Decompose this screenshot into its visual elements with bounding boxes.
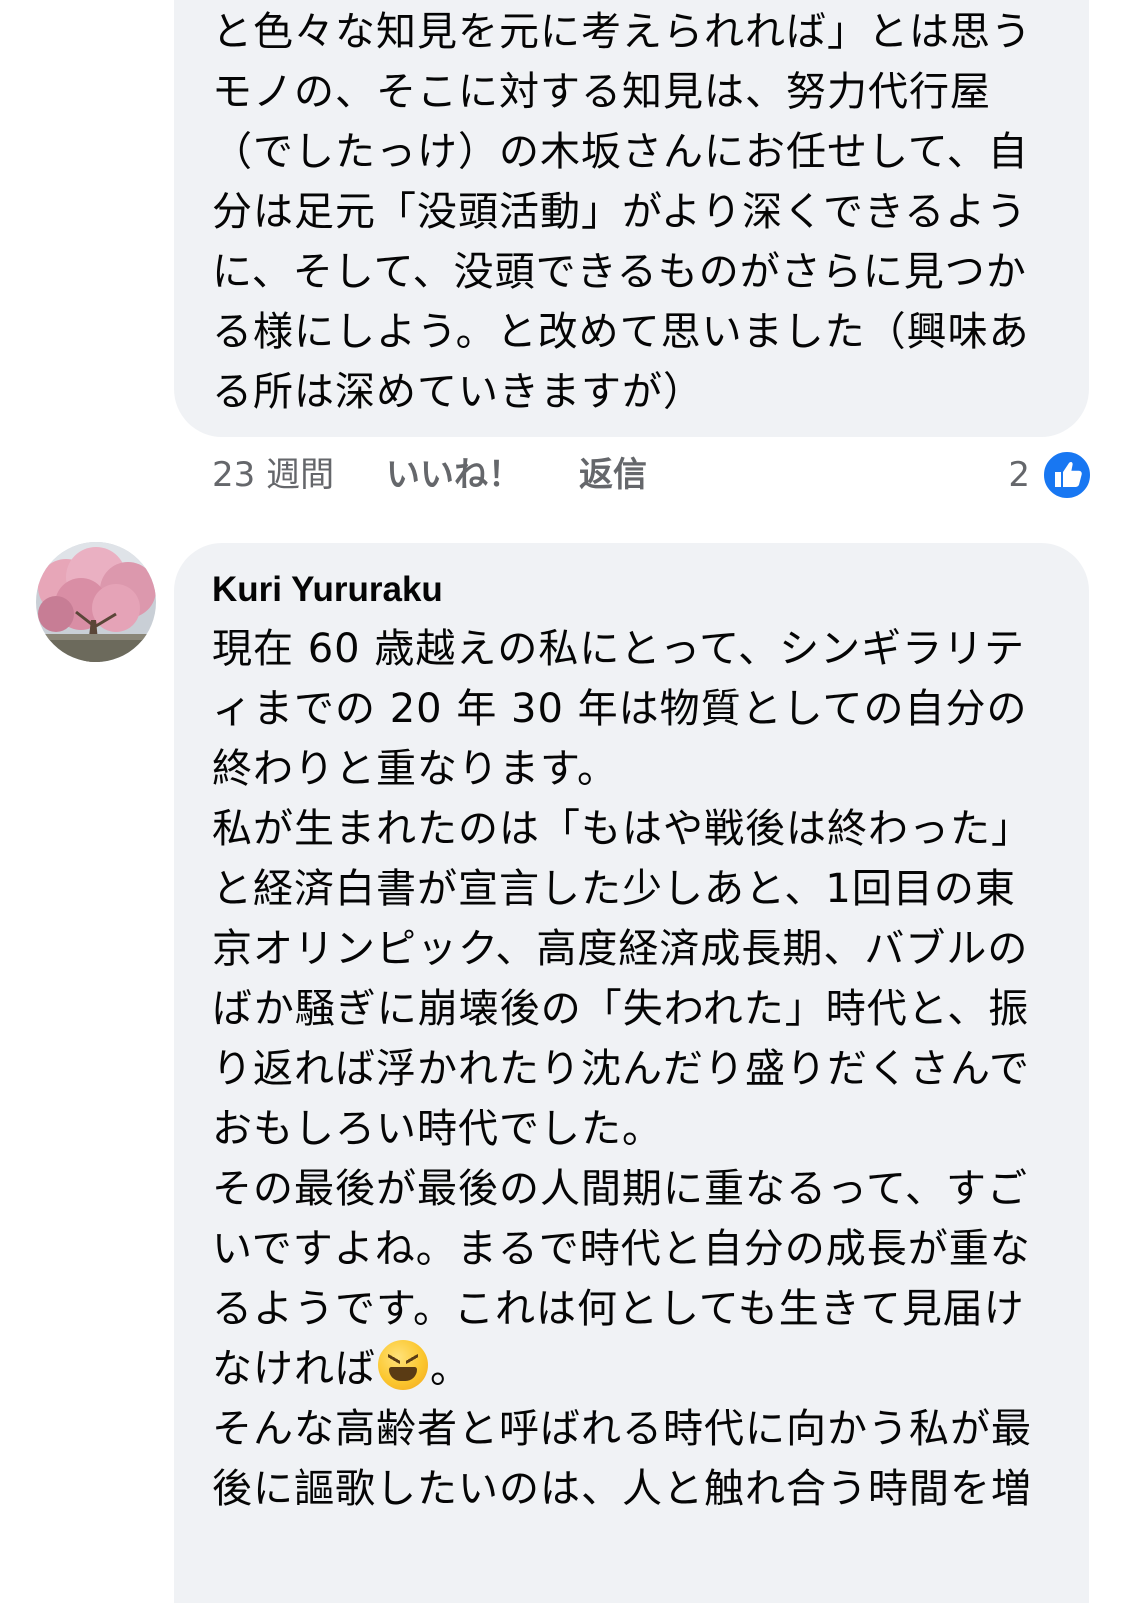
thumbs-up-icon[interactable] bbox=[1042, 450, 1092, 500]
comment-bubble: と色々な知見を元に考えられれば」とは思う モノの、そこに対する知見は、努力代行屋… bbox=[174, 0, 1089, 437]
comment-actions: 23 週間 いいね！ 返信 2 bbox=[212, 450, 1092, 500]
comment-author[interactable]: Kuri Yururaku bbox=[212, 569, 1059, 611]
avatar[interactable] bbox=[36, 542, 156, 662]
comment-text: 現在 60 歳越えの私にとって、シンギラリテ ィまでの 20 年 30 年は物質… bbox=[212, 619, 1059, 1519]
comment-timestamp[interactable]: 23 週間 bbox=[212, 450, 334, 500]
reaction-count[interactable]: 2 bbox=[1008, 450, 1030, 500]
cherry-blossom-avatar bbox=[36, 542, 156, 662]
reply-button[interactable]: 返信 bbox=[579, 450, 647, 500]
comment-text: と色々な知見を元に考えられれば」とは思う モノの、そこに対する知見は、努力代行屋… bbox=[212, 9, 1032, 415]
comment-bubble: Kuri Yururaku 現在 60 歳越えの私にとって、シンギラリテ ィまで… bbox=[174, 543, 1089, 1603]
like-button[interactable]: いいね！ bbox=[386, 450, 522, 500]
laughing-face-emoji bbox=[378, 1340, 428, 1390]
comment-text-part: 現在 60 歳越えの私にとって、シンギラリテ ィまでの 20 年 30 年は物質… bbox=[212, 626, 1032, 1392]
